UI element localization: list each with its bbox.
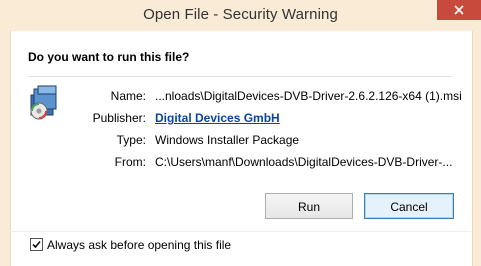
footer-divider bbox=[10, 231, 471, 232]
from-value: C:\Users\manf\Downloads\DigitalDevices-D… bbox=[155, 155, 453, 169]
title-bar[interactable]: Open File - Security Warning bbox=[0, 0, 481, 31]
always-ask-label[interactable]: Always ask before opening this file bbox=[47, 238, 231, 252]
close-button[interactable] bbox=[437, 0, 481, 20]
type-label: Type: bbox=[116, 133, 146, 147]
from-label: From: bbox=[114, 155, 146, 169]
window-title: Open File - Security Warning bbox=[143, 6, 338, 23]
publisher-label: Publisher: bbox=[92, 111, 146, 125]
always-ask-checkbox[interactable] bbox=[30, 238, 43, 251]
close-icon bbox=[454, 5, 464, 15]
checkmark-icon bbox=[32, 240, 41, 249]
type-value: Windows Installer Package bbox=[155, 133, 300, 147]
installer-package-icon bbox=[28, 85, 62, 121]
run-button[interactable]: Run bbox=[265, 193, 353, 219]
name-label: Name: bbox=[110, 89, 146, 103]
publisher-link[interactable]: Digital Devices GmbH bbox=[155, 111, 280, 125]
dialog-question: Do you want to run this file? bbox=[28, 50, 190, 64]
cancel-button[interactable]: Cancel bbox=[364, 193, 454, 219]
name-value: ...nloads\DigitalDevices-DVB-Driver-2.6.… bbox=[155, 89, 462, 103]
divider bbox=[28, 76, 452, 77]
